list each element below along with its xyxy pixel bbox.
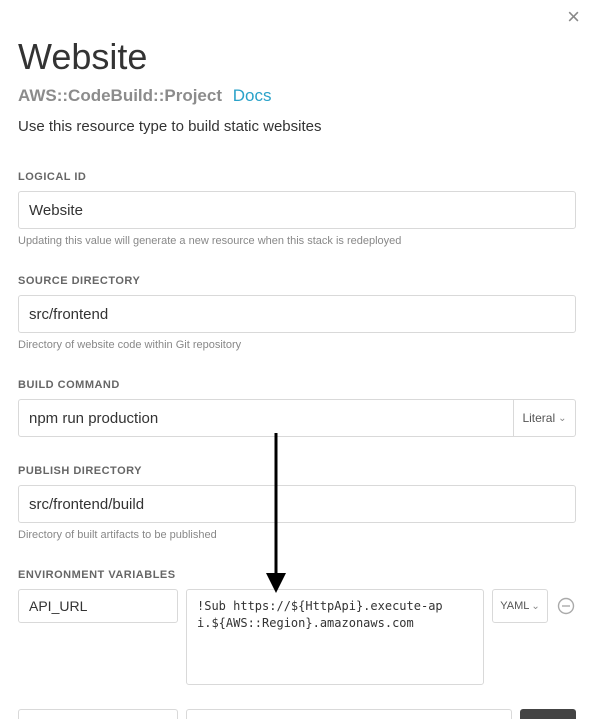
remove-env-var-button[interactable] <box>556 596 576 616</box>
env-var-key-input[interactable] <box>18 589 178 623</box>
env-var-value-input[interactable] <box>186 709 512 719</box>
field-label: LOGICAL ID <box>18 171 576 183</box>
env-var-value-input[interactable]: !Sub https://${HttpApi}.execute-api.${AW… <box>186 589 484 685</box>
env-var-mode-select[interactable]: YAML ⌄ <box>492 589 548 623</box>
resource-meta: AWS::CodeBuild::Project Docs <box>18 86 576 106</box>
mode-label: Literal <box>522 411 555 425</box>
resource-panel: Website AWS::CodeBuild::Project Docs Use… <box>0 0 594 717</box>
env-var-row: !Sub https://${HttpApi}.execute-api.${AW… <box>18 589 576 685</box>
docs-link[interactable]: Docs <box>233 86 272 105</box>
resource-description: Use this resource type to build static w… <box>18 118 576 135</box>
chevron-down-icon: ⌄ <box>558 413 566 424</box>
field-publish-directory: PUBLISH DIRECTORY Directory of built art… <box>18 465 576 541</box>
build-command-input[interactable] <box>18 399 514 437</box>
remove-icon <box>557 597 575 615</box>
page-title: Website <box>18 36 576 78</box>
field-environment-variables: ENVIRONMENT VARIABLES !Sub https://${Htt… <box>18 569 576 685</box>
logical-id-input[interactable] <box>18 191 576 229</box>
field-label: BUILD COMMAND <box>18 379 576 391</box>
field-logical-id: LOGICAL ID Updating this value will gene… <box>18 171 576 247</box>
help-text: Updating this value will generate a new … <box>18 235 576 247</box>
resource-type: AWS::CodeBuild::Project <box>18 86 222 105</box>
env-var-row-next <box>18 709 576 719</box>
publish-directory-input[interactable] <box>18 485 576 523</box>
source-directory-input[interactable] <box>18 295 576 333</box>
field-source-directory: SOURCE DIRECTORY Directory of website co… <box>18 275 576 351</box>
field-label: ENVIRONMENT VARIABLES <box>18 569 576 581</box>
field-label: PUBLISH DIRECTORY <box>18 465 576 477</box>
mode-label: YAML <box>500 600 529 612</box>
build-command-mode-select[interactable]: Literal ⌄ <box>514 399 576 437</box>
field-build-command: BUILD COMMAND Literal ⌄ <box>18 379 576 437</box>
env-var-action-button[interactable] <box>520 709 576 719</box>
field-label: SOURCE DIRECTORY <box>18 275 576 287</box>
close-icon[interactable]: × <box>567 6 580 28</box>
help-text: Directory of website code within Git rep… <box>18 339 576 351</box>
help-text: Directory of built artifacts to be publi… <box>18 529 576 541</box>
env-var-key-input[interactable] <box>18 709 178 719</box>
chevron-down-icon: ⌄ <box>531 601 539 612</box>
